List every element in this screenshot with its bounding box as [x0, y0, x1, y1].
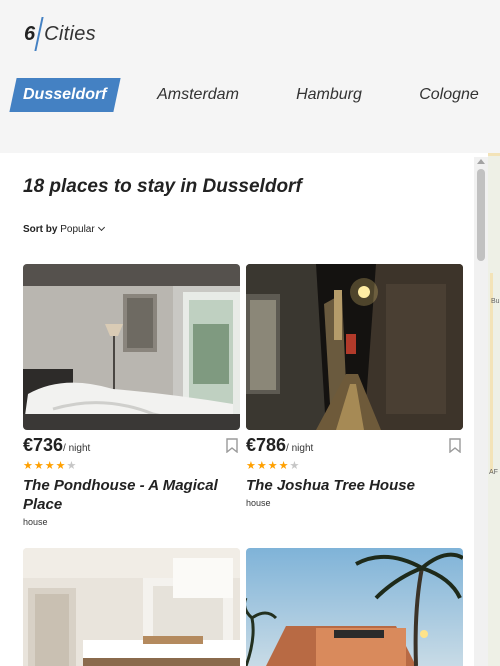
place-card[interactable]: €736/ night ★ ★ ★ ★ ★ The Pondhouse - A …: [23, 264, 240, 534]
rating-stars: ★ ★ ★ ★ ★: [23, 460, 76, 472]
place-name[interactable]: The Pondhouse - A Magical Place: [23, 476, 233, 514]
bookmark-icon[interactable]: [226, 438, 238, 453]
map-label: Bu: [491, 298, 500, 305]
sort-control[interactable]: Sort by Popular: [23, 223, 105, 235]
sort-value[interactable]: Popular: [60, 224, 94, 235]
place-type: house: [246, 498, 271, 508]
sort-label: Sort by: [23, 224, 58, 235]
tab-label: Hamburg: [296, 86, 362, 103]
room-photo: [23, 548, 240, 666]
star-icon: ★: [256, 460, 267, 472]
chevron-down-icon: [97, 223, 105, 232]
place-card[interactable]: [246, 548, 463, 666]
place-image[interactable]: [23, 264, 240, 430]
alley-photo: [246, 264, 463, 430]
tab-hamburg[interactable]: Hamburg: [280, 78, 378, 112]
logo-divider: [34, 17, 44, 51]
star-icon: ★: [66, 460, 77, 472]
places-title: 18 places to stay in Dusseldorf: [23, 176, 302, 197]
map-road: [488, 153, 500, 156]
star-icon: ★: [246, 460, 256, 472]
price-row: €736/ night: [23, 435, 240, 457]
star-icon: ★: [267, 460, 278, 472]
price-row: €786/ night: [246, 435, 463, 457]
tab-label: Dusseldorf: [23, 86, 107, 103]
star-icon: ★: [44, 460, 55, 472]
tab-dusseldorf[interactable]: Dusseldorf: [9, 78, 121, 112]
place-card[interactable]: €786/ night ★ ★ ★ ★ ★ The Joshua Tree Ho…: [246, 264, 463, 514]
bedroom-photo: [23, 264, 240, 430]
tab-cologne[interactable]: Cologne: [410, 78, 488, 112]
place-image[interactable]: [246, 548, 463, 666]
logo-word: Cities: [44, 22, 96, 45]
tab-label: Cologne: [419, 86, 479, 103]
place-image[interactable]: [246, 264, 463, 430]
scroll-thumb[interactable]: [477, 169, 485, 261]
logo[interactable]: 6 Cities: [24, 17, 96, 51]
star-icon: ★: [33, 460, 44, 472]
star-icon: ★: [23, 460, 33, 472]
star-icon: ★: [278, 460, 289, 472]
logo-number: 6: [24, 22, 36, 45]
beach-hotel-photo: [246, 548, 463, 666]
map-label: AF: [489, 469, 498, 476]
price-value: €736: [23, 435, 64, 455]
tab-amsterdam[interactable]: Amsterdam: [146, 78, 250, 112]
price-value: €786: [246, 435, 287, 455]
map[interactable]: Bu AF: [488, 153, 500, 666]
bookmark-icon[interactable]: [449, 438, 461, 453]
star-icon: ★: [55, 460, 66, 472]
star-icon: ★: [289, 460, 300, 472]
city-tabs: Dusseldorf Amsterdam Hamburg Cologne: [0, 78, 500, 112]
place-name[interactable]: The Joshua Tree House: [246, 476, 456, 495]
header: 6 Cities Dusseldorf Amsterdam Hamburg Co…: [0, 0, 500, 153]
rating-stars: ★ ★ ★ ★ ★: [246, 460, 299, 472]
place-type: house: [23, 517, 48, 527]
place-image[interactable]: [23, 548, 240, 666]
price-per-night: / night: [286, 443, 314, 454]
tab-label: Amsterdam: [157, 86, 239, 103]
place-card[interactable]: [23, 548, 240, 666]
scrollbar[interactable]: [474, 157, 488, 666]
price-per-night: / night: [63, 443, 91, 454]
scroll-up-arrow[interactable]: [477, 159, 485, 164]
